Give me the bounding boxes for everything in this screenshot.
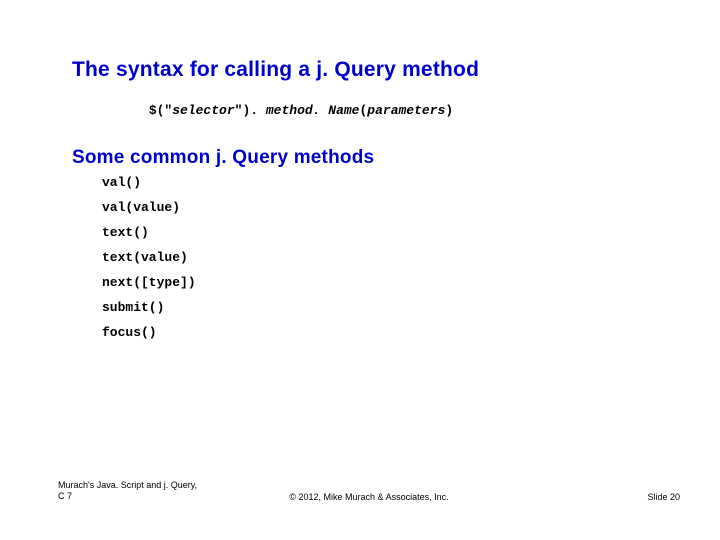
syntax-method: method. Name (266, 103, 360, 118)
footer-right: Slide 20 (647, 492, 680, 502)
method-item: text(value) (102, 250, 680, 265)
footer-center: © 2012, Mike Murach & Associates, Inc. (58, 492, 680, 502)
syntax-closeparen: ) (445, 103, 453, 118)
syntax-mid: "). (235, 103, 266, 118)
syntax-selector: selector (172, 103, 234, 118)
method-item: next([type]) (102, 275, 680, 290)
content-area: The syntax for calling a j. Query method… (72, 58, 680, 350)
method-item: focus() (102, 325, 680, 340)
syntax-prefix: $(" (149, 103, 172, 118)
method-item: val() (102, 175, 680, 190)
footer-left-line1: Murach's Java. Script and j. Query, (58, 480, 197, 491)
method-item: val(value) (102, 200, 680, 215)
method-list: val() val(value) text() text(value) next… (102, 175, 680, 340)
heading-syntax: The syntax for calling a j. Query method (72, 58, 680, 82)
syntax-params: parameters (367, 103, 445, 118)
heading-methods: Some common j. Query methods (72, 147, 680, 169)
method-item: submit() (102, 300, 680, 315)
slide: The syntax for calling a j. Query method… (0, 0, 720, 540)
method-item: text() (102, 225, 680, 240)
syntax-line: $("selector"). method. Name(parameters) (102, 88, 680, 133)
